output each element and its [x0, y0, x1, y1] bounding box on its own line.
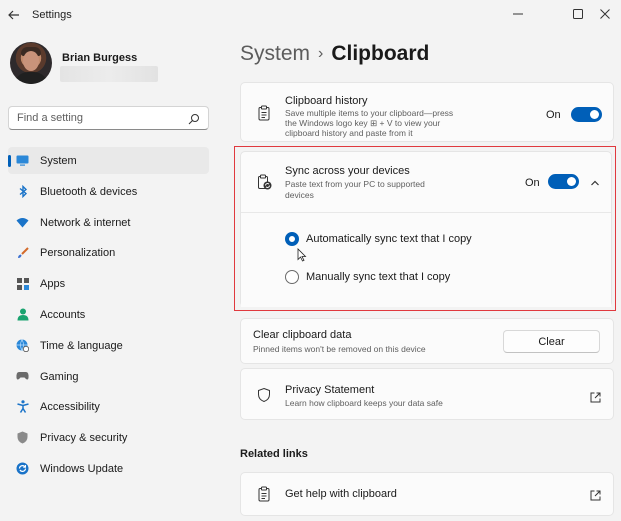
clipboard-history-desc-1: Save multiple items to your clipboard—pr… [285, 108, 454, 118]
sidebar-item-label: Network & internet [40, 216, 131, 229]
related-links-heading: Related links [240, 448, 308, 460]
system-icon [16, 154, 29, 167]
breadcrumb-parent[interactable]: System [240, 42, 310, 65]
external-link-icon [590, 488, 601, 501]
sidebar-item-label: System [40, 155, 77, 167]
shield-icon [16, 431, 29, 444]
privacy-statement-card[interactable]: Privacy Statement Learn how clipboard ke… [240, 368, 614, 420]
clipboard-history-title: Clipboard history [285, 95, 368, 107]
avatar[interactable] [10, 42, 52, 84]
sidebar-item-label: Personalization [40, 247, 116, 260]
sidebar-item-label: Privacy & security [40, 432, 128, 445]
shield-icon [256, 387, 272, 403]
clipboard-icon [256, 486, 272, 502]
help-link-card[interactable]: Get help with clipboard [240, 472, 614, 516]
sidebar-item-time-language[interactable]: Time & language [8, 332, 209, 359]
clipboard-history-card: Clipboard history Save multiple items to… [240, 82, 614, 142]
sidebar-item-windows-update[interactable]: Windows Update [8, 455, 209, 482]
sidebar-item-label: Accessibility [40, 401, 100, 414]
sidebar-item-gaming[interactable]: Gaming [8, 363, 209, 390]
external-link-icon [590, 390, 601, 403]
sidebar-item-apps[interactable]: Apps [8, 270, 209, 297]
globe-clock-icon [16, 339, 29, 352]
avatar-face [23, 51, 39, 71]
active-indicator [8, 155, 11, 167]
search-input[interactable] [9, 107, 179, 129]
privacy-title: Privacy Statement [285, 384, 375, 396]
maximize-button[interactable] [563, 2, 593, 26]
search-box [8, 106, 209, 130]
settings-window: Settings Brian Burgess System [0, 0, 621, 521]
minimize-button[interactable] [503, 2, 533, 26]
title-bar: Settings [0, 0, 621, 30]
help-link-title: Get help with clipboard [285, 488, 397, 500]
sidebar-item-accessibility[interactable]: Accessibility [8, 393, 209, 420]
window-title: Settings [32, 9, 72, 21]
wifi-icon [16, 216, 29, 229]
clipboard-history-desc-3: clipboard history and paste from it [285, 128, 413, 138]
sidebar-item-label: Accounts [40, 308, 86, 321]
sidebar-item-personalization[interactable]: Personalization [8, 239, 209, 266]
sidebar-item-privacy-security[interactable]: Privacy & security [8, 424, 209, 451]
clipboard-history-toggle[interactable] [571, 107, 602, 122]
avatar-body [14, 72, 48, 84]
sidebar-item-label: Bluetooth & devices [40, 185, 138, 198]
update-icon [16, 462, 29, 475]
search-icon[interactable] [188, 112, 200, 125]
sidebar-item-label: Windows Update [40, 462, 124, 475]
clear-desc: Pinned items won't be removed on this de… [253, 344, 426, 354]
back-arrow-icon[interactable] [6, 7, 22, 23]
sidebar-item-label: Time & language [40, 339, 123, 352]
breadcrumb-separator: › [318, 45, 324, 62]
gamepad-icon [16, 370, 29, 383]
sidebar-item-network[interactable]: Network & internet [8, 209, 209, 236]
clear-clipboard-card: Clear clipboard data Pinned items won't … [240, 318, 614, 364]
sidebar-item-label: Gaming [40, 370, 79, 383]
privacy-desc: Learn how clipboard keeps your data safe [285, 398, 443, 408]
clear-title: Clear clipboard data [253, 329, 352, 341]
highlight-box [234, 146, 616, 311]
page-title: Clipboard [331, 42, 430, 65]
close-button[interactable] [590, 2, 620, 26]
bluetooth-icon [16, 184, 29, 198]
accessibility-icon [16, 400, 29, 414]
clipboard-history-desc-2: the Windows logo key ⊞ + V to view your [285, 118, 441, 128]
sidebar-nav: System Bluetooth & devices Network & int… [8, 147, 209, 486]
breadcrumb: System › Clipboard [240, 42, 429, 66]
clear-button[interactable]: Clear [503, 330, 600, 353]
user-email-blurred [60, 66, 158, 82]
person-icon [16, 308, 29, 321]
sidebar-item-label: Apps [40, 278, 66, 291]
sidebar-item-bluetooth[interactable]: Bluetooth & devices [8, 178, 209, 205]
sidebar-item-accounts[interactable]: Accounts [8, 301, 209, 328]
brush-icon [16, 246, 29, 259]
sidebar-item-system[interactable]: System [8, 147, 209, 174]
user-name: Brian Burgess [62, 52, 138, 64]
clipboard-history-state: On [546, 109, 561, 121]
apps-icon [16, 277, 29, 290]
clipboard-icon [256, 105, 272, 121]
